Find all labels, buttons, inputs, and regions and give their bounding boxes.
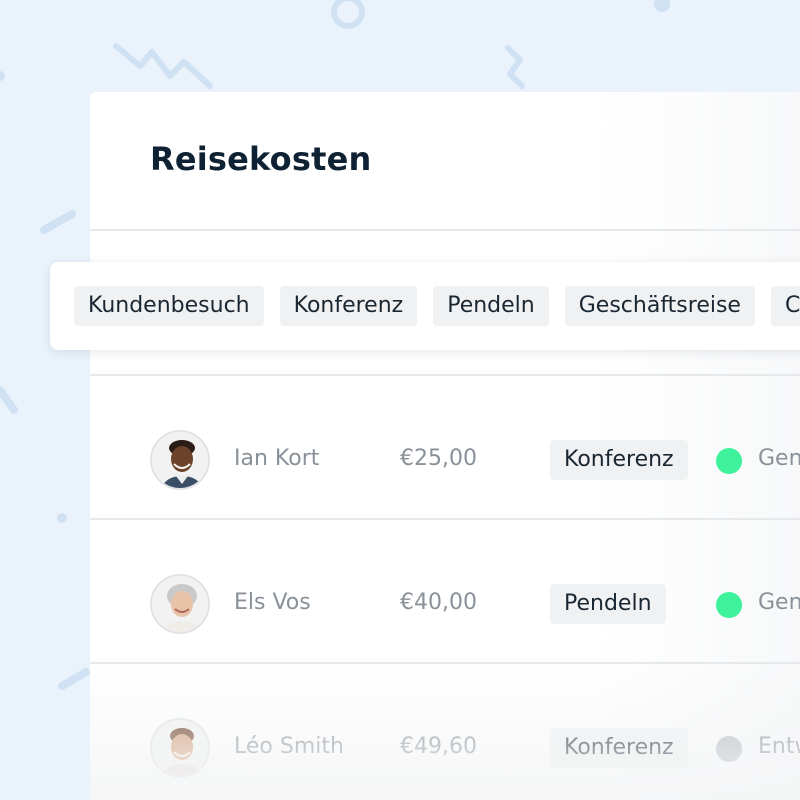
decor-dash — [40, 210, 76, 234]
category-badge: Pendeln — [550, 584, 666, 624]
avatar-man-dark-icon — [152, 432, 208, 488]
expense-amount: €40,00 — [400, 590, 477, 615]
avatar — [150, 430, 210, 490]
employee-name: Léo Smith — [234, 734, 344, 759]
status-indicator-icon — [716, 592, 742, 618]
avatar — [150, 574, 210, 634]
category-filter-bar: Kundenbesuch Konferenz Pendeln Geschäfts… — [50, 262, 800, 350]
table-row[interactable]: Léo Smith €49,60 Konferenz Entw — [90, 664, 800, 800]
table-row[interactable]: Els Vos €40,00 Pendeln Gen — [90, 520, 800, 664]
decor-zigzag — [113, 43, 213, 89]
filter-chip-kundenbesuch[interactable]: Kundenbesuch — [74, 286, 264, 326]
expense-amount: €49,60 — [400, 734, 477, 759]
decor-dash-left — [0, 386, 18, 414]
avatar — [150, 718, 210, 778]
category-badge: Konferenz — [550, 440, 688, 480]
decor-dot-small — [57, 513, 67, 523]
expense-amount: €25,00 — [400, 446, 477, 471]
filter-chip-geschaeftsreise[interactable]: Geschäftsreise — [564, 286, 755, 326]
filter-chip-konferenz[interactable]: Konferenz — [279, 286, 418, 326]
decor-dash-bottom — [58, 668, 90, 690]
employee-name: Ian Kort — [234, 446, 320, 471]
decor-zigzag-right — [505, 45, 525, 89]
table-row[interactable]: Ian Kort €25,00 Konferenz Gen — [90, 376, 800, 520]
page-title: Reisekosten — [150, 140, 372, 178]
employee-name: Els Vos — [234, 590, 311, 615]
decor-ring — [331, 0, 365, 29]
category-badge: Konferenz — [550, 728, 688, 768]
avatar-man-light-icon — [152, 720, 208, 776]
filter-chip-pendeln[interactable]: Pendeln — [433, 286, 549, 326]
decor-dot — [654, 0, 670, 12]
header-divider — [90, 229, 800, 231]
status-indicator-icon — [716, 448, 742, 474]
filter-chip-co[interactable]: Co — [770, 286, 800, 326]
status-label: Gen — [758, 590, 800, 615]
status-label: Gen — [758, 446, 800, 471]
status-label: Entw — [758, 734, 800, 759]
decor-dot-tiny — [0, 71, 5, 81]
status-indicator-icon — [716, 736, 742, 762]
avatar-woman-grey-icon — [152, 576, 208, 632]
